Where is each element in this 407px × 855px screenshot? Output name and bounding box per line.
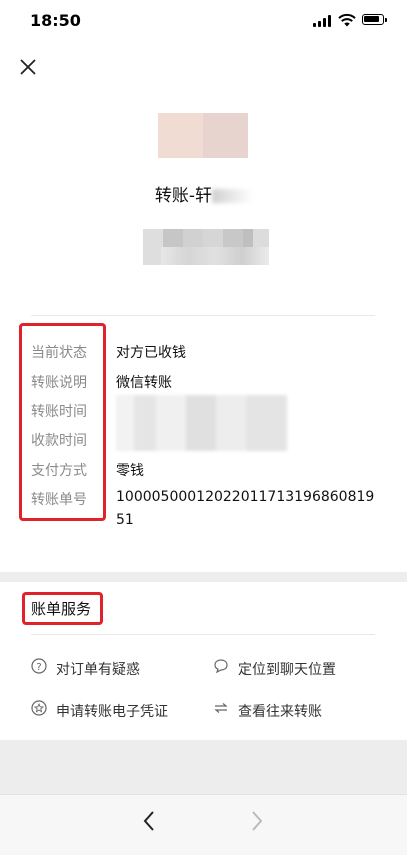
service-label: 定位到聊天位置 [238, 662, 336, 678]
wifi-icon [338, 13, 356, 27]
swap-arrows-icon [213, 700, 229, 720]
star-badge-icon [31, 700, 47, 720]
detail-value: 零钱 [116, 463, 144, 479]
svg-text:?: ? [36, 662, 41, 673]
status-bar: 18:50 [0, 0, 407, 44]
blurred-timestamps [116, 395, 287, 451]
highlight-box-labels [19, 323, 106, 521]
chat-bubble-icon [213, 658, 229, 678]
cellular-signal-icon [313, 15, 331, 27]
highlight-box-section-title [22, 592, 103, 625]
service-label: 查看往来转账 [238, 704, 322, 720]
avatar [158, 113, 248, 158]
service-label: 申请转账电子凭证 [56, 704, 168, 720]
battery-icon [362, 14, 387, 25]
page-bottom-fill [0, 740, 407, 794]
detail-value: 对方已收钱 [116, 345, 186, 361]
detail-value: 1000050001202201171319686081951 [116, 489, 375, 528]
back-chevron-icon[interactable] [136, 807, 164, 835]
forward-chevron-icon[interactable] [242, 807, 270, 835]
service-locate-chat[interactable]: 定位到聊天位置 [213, 658, 336, 679]
divider [31, 315, 375, 316]
service-label: 对订单有疑惑 [56, 662, 140, 678]
blurred-name [212, 189, 253, 203]
section-gap [0, 572, 407, 582]
service-view-transfers[interactable]: 查看往来转账 [213, 700, 322, 721]
blurred-amount [143, 229, 269, 265]
detail-value: 微信转账 [116, 375, 172, 391]
divider [31, 634, 375, 635]
browser-nav-bar [0, 794, 407, 855]
close-icon[interactable] [19, 58, 37, 76]
page-title-text: 转账-轩 [154, 186, 213, 206]
question-circle-icon: ? [31, 658, 47, 678]
service-request-voucher[interactable]: 申请转账电子凭证 [31, 700, 168, 721]
status-time: 18:50 [30, 11, 81, 30]
page-title: 转账-轩 [0, 181, 407, 206]
service-order-question[interactable]: ? 对订单有疑惑 [31, 658, 140, 679]
